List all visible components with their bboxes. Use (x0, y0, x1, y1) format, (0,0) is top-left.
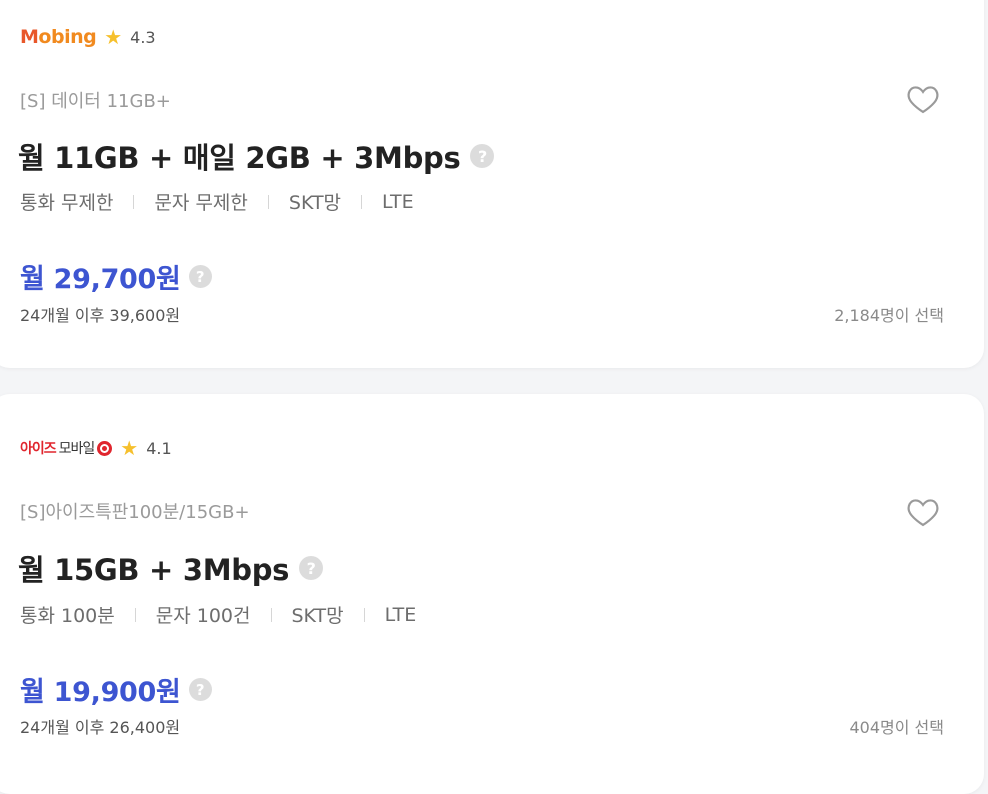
divider (361, 194, 363, 209)
plan-subtitle: [S]아이즈특판100분/15GB+ (20, 502, 250, 523)
provider-info: 아이즈 모바일 ★ 4.1 (20, 438, 172, 458)
divider (363, 607, 365, 622)
spec-call: 통화 100분 (20, 605, 115, 627)
heart-outline-icon[interactable] (906, 84, 940, 114)
chosen-count: 2,184명이 선택 (834, 306, 944, 325)
provider-logo-iz: 아이즈 모바일 (20, 438, 113, 458)
provider-rating: 4.1 (146, 438, 172, 458)
plan-title-text: 월 15GB + 3Mbps (18, 553, 290, 587)
spec-type: LTE (382, 190, 414, 213)
price-text: 월 19,900원 (20, 677, 181, 708)
question-mark-icon[interactable]: ? (470, 144, 495, 168)
target-icon (97, 440, 113, 456)
plan-subtitle: [S] 데이터 11GB+ (20, 91, 171, 112)
price-after-period: 24개월 이후 26,400원 (20, 718, 181, 737)
provider-info: Mobing ★ 4.3 (20, 26, 156, 48)
spec-call: 통화 무제한 (20, 192, 114, 214)
spec-type: LTE (384, 603, 417, 626)
plan-card[interactable]: 아이즈 모바일 ★ 4.1 [S]아이즈특판100분/15GB+ 월 15GB +… (0, 394, 984, 794)
plan-specs: 통화 무제한 문자 무제한 SKT망 LTE (20, 188, 414, 215)
spec-sms: 문자 100건 (155, 605, 251, 627)
question-mark-icon[interactable]: ? (299, 556, 324, 580)
plan-title: 월 11GB + 매일 2GB + 3Mbps ? (18, 135, 495, 177)
plan-title: 월 15GB + 3Mbps ? (18, 547, 324, 589)
plan-specs: 통화 100분 문자 100건 SKT망 LTE (20, 601, 416, 628)
spec-network: SKT망 (291, 605, 344, 627)
price-text: 월 29,700원 (20, 264, 181, 295)
price-after-period: 24개월 이후 39,600원 (20, 306, 181, 325)
plan-title-text: 월 11GB + 매일 2GB + 3Mbps (18, 141, 461, 175)
provider-rating: 4.3 (130, 27, 156, 47)
plan-card[interactable]: Mobing ★ 4.3 [S] 데이터 11GB+ 월 11GB + 매일 2… (0, 0, 984, 368)
question-mark-icon[interactable]: ? (188, 265, 212, 288)
divider (134, 607, 136, 622)
chosen-count: 404명이 선택 (849, 718, 944, 737)
divider (267, 194, 269, 209)
spec-sms: 문자 무제한 (154, 192, 248, 214)
divider (133, 194, 135, 209)
heart-outline-icon[interactable] (906, 497, 940, 527)
question-mark-icon[interactable]: ? (188, 678, 212, 701)
divider (270, 607, 272, 622)
provider-logo-mobing: Mobing (20, 26, 97, 48)
plan-price: 월 29,700원 ? (20, 257, 212, 296)
star-icon: ★ (104, 25, 123, 49)
spec-network: SKT망 (288, 192, 342, 214)
plan-price: 월 19,900원 ? (20, 670, 212, 709)
star-icon: ★ (120, 436, 139, 460)
